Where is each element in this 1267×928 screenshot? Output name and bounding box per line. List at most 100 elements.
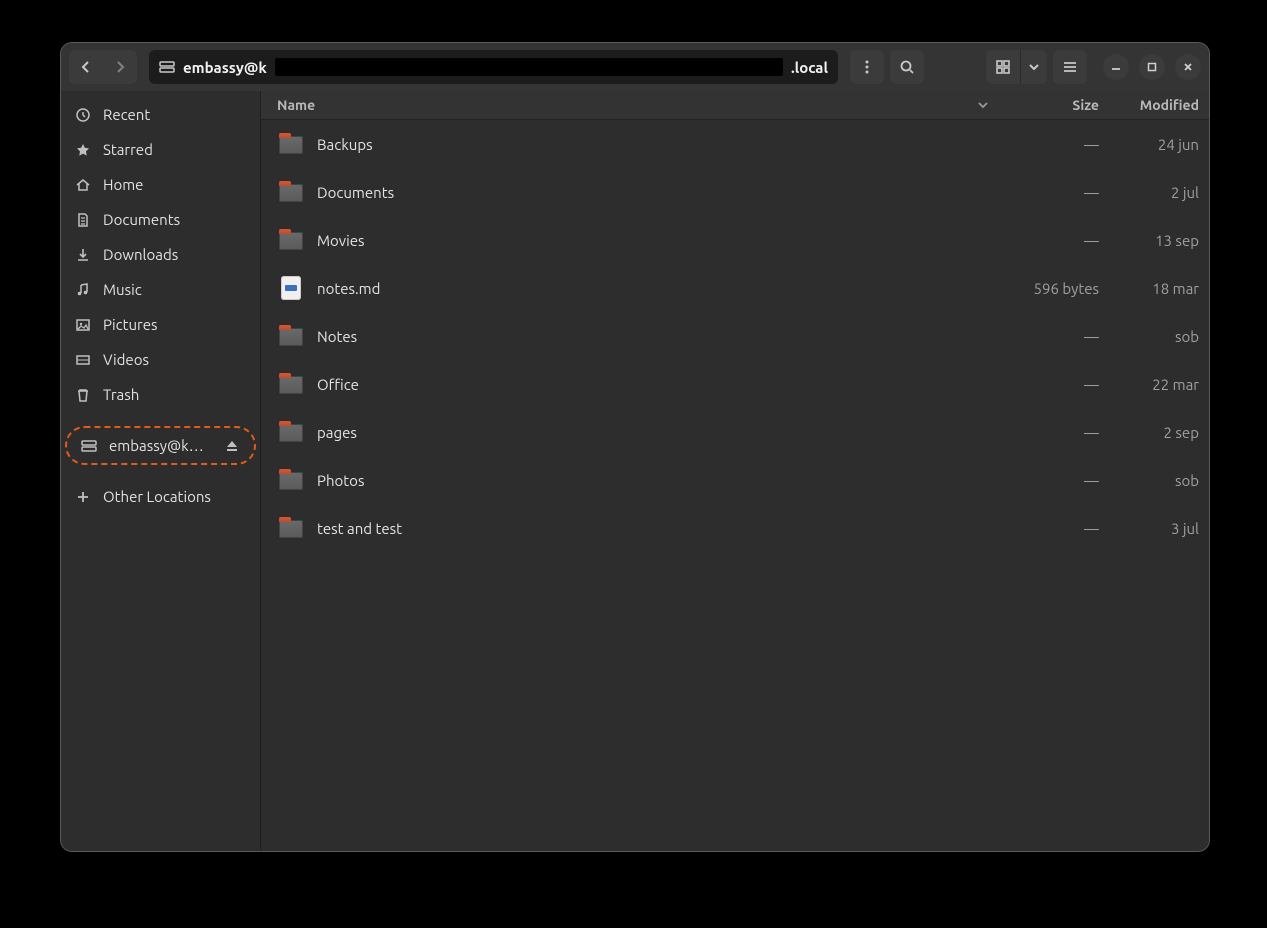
file-name: Office [317, 376, 359, 393]
file-row[interactable]: Movies—13 sep [261, 216, 1209, 264]
download-icon [75, 247, 91, 263]
sidebar-item-music[interactable]: Music [61, 272, 260, 307]
folder-icon [277, 370, 305, 398]
eject-button[interactable] [224, 438, 240, 454]
sidebar-item-trash[interactable]: Trash [61, 377, 260, 412]
maximize-button[interactable] [1139, 54, 1165, 80]
sidebar-item-starred[interactable]: Starred [61, 132, 260, 167]
file-row[interactable]: pages —2 sep [261, 408, 1209, 456]
file-size: — [999, 424, 1109, 441]
file-row[interactable]: test and test—3 jul [261, 504, 1209, 552]
file-modified: sob [1109, 472, 1199, 489]
server-icon [81, 438, 97, 454]
folder-icon [277, 226, 305, 254]
star-icon [75, 142, 91, 158]
file-size: — [999, 184, 1109, 201]
kebab-icon [859, 59, 875, 75]
file-name: Notes [317, 328, 357, 345]
file-name-cell: Photos [277, 466, 999, 494]
file-name-cell: Backups [277, 130, 999, 158]
minimize-icon [1110, 61, 1122, 73]
file-row[interactable]: Notes —sob [261, 312, 1209, 360]
sidebar-item-videos[interactable]: Videos [61, 342, 260, 377]
maximize-icon [1146, 61, 1158, 73]
sidebar-item-downloads[interactable]: Downloads [61, 237, 260, 272]
sidebar-other-locations[interactable]: Other Locations [61, 479, 260, 514]
chevron-down-icon [1026, 59, 1042, 75]
file-name-cell: Movies [277, 226, 999, 254]
file-list-pane: Name Size Modified Backups—24 junDocumen… [261, 91, 1209, 851]
file-name: pages [317, 424, 357, 441]
forward-button[interactable] [103, 50, 137, 84]
file-name: notes.md [317, 280, 380, 297]
file-modified: 24 jun [1109, 136, 1199, 153]
close-icon [1182, 61, 1194, 73]
path-bar[interactable]: embassy@k .local [149, 50, 838, 84]
view-switcher [986, 50, 1047, 84]
close-button[interactable] [1175, 54, 1201, 80]
file-size: — [999, 376, 1109, 393]
sidebar-item-label: Recent [103, 106, 246, 123]
chevron-right-icon [112, 59, 128, 75]
video-icon [75, 352, 91, 368]
document-icon [75, 212, 91, 228]
path-suffix: .local [791, 59, 828, 76]
file-name-cell: Office [277, 370, 999, 398]
sidebar-item-label: Trash [103, 386, 246, 403]
sidebar-item-documents[interactable]: Documents [61, 202, 260, 237]
file-row[interactable]: notes.md596 bytes18 mar [261, 264, 1209, 312]
file-modified: 2 sep [1109, 424, 1199, 441]
file-name: Documents [317, 184, 394, 201]
file-modified: 18 mar [1109, 280, 1199, 297]
sidebar-item-pictures[interactable]: Pictures [61, 307, 260, 342]
path-menu-button[interactable] [850, 50, 884, 84]
file-row[interactable]: Office—22 mar [261, 360, 1209, 408]
file-size: — [999, 136, 1109, 153]
sidebar-item-label: Pictures [103, 316, 246, 333]
column-label: Name [277, 97, 315, 113]
view-options-button[interactable] [1021, 50, 1047, 84]
sidebar-mount-highlight: embassy@k… [65, 426, 256, 465]
sidebar-item-label: Other Locations [103, 488, 246, 505]
folder-icon [277, 178, 305, 206]
file-modified: 13 sep [1109, 232, 1199, 249]
chevron-left-icon [78, 59, 94, 75]
sidebar-item-label: Downloads [103, 246, 246, 263]
file-modified: 3 jul [1109, 520, 1199, 537]
sidebar-item-label: Starred [103, 141, 246, 158]
sidebar-item-home[interactable]: Home [61, 167, 260, 202]
file-name: Photos [317, 472, 364, 489]
column-header-name[interactable]: Name [277, 97, 999, 113]
sidebar-mount[interactable]: embassy@k… [67, 428, 254, 463]
sidebar-item-label: embassy@k… [109, 437, 212, 454]
file-list[interactable]: Backups—24 junDocuments—2 julMovies—13 s… [261, 120, 1209, 851]
server-icon [159, 59, 175, 75]
file-name-cell: Documents [277, 178, 999, 206]
music-icon [75, 282, 91, 298]
hamburger-menu-button[interactable] [1053, 50, 1087, 84]
file-icon [277, 274, 305, 302]
file-row[interactable]: Documents—2 jul [261, 168, 1209, 216]
file-size: — [999, 472, 1109, 489]
grid-icon [995, 59, 1011, 75]
sidebar-item-label: Home [103, 176, 246, 193]
sidebar-item-label: Music [103, 281, 246, 298]
folder-icon [277, 322, 305, 350]
sidebar-item-recent[interactable]: Recent [61, 97, 260, 132]
column-header-modified[interactable]: Modified [1109, 97, 1199, 113]
minimize-button[interactable] [1103, 54, 1129, 80]
file-row[interactable]: Photos —sob [261, 456, 1209, 504]
icon-view-button[interactable] [986, 50, 1020, 84]
search-button[interactable] [890, 50, 924, 84]
column-header-size[interactable]: Size [999, 97, 1109, 113]
file-name: Movies [317, 232, 365, 249]
file-size: — [999, 328, 1109, 345]
file-row[interactable]: Backups—24 jun [261, 120, 1209, 168]
window-body: Recent Starred Home Documents Downloads Music… [61, 91, 1209, 851]
file-size: — [999, 520, 1109, 537]
file-name-cell: test and test [277, 514, 999, 542]
file-modified: sob [1109, 328, 1199, 345]
nav-group [69, 50, 137, 84]
back-button[interactable] [69, 50, 103, 84]
search-icon [899, 59, 915, 75]
